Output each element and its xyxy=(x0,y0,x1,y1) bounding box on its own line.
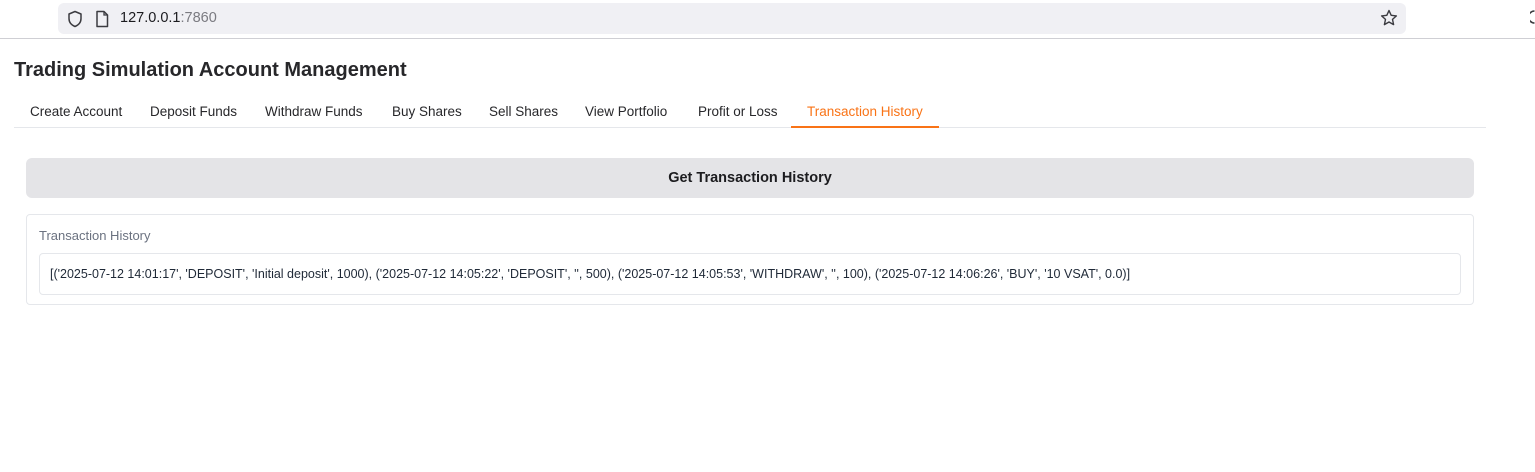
page-title: Trading Simulation Account Management xyxy=(14,59,407,81)
tab-transaction-history[interactable]: Transaction History xyxy=(791,98,939,128)
tab-view-portfolio[interactable]: View Portfolio xyxy=(569,98,683,128)
transaction-history-output[interactable]: [('2025-07-12 14:01:17', 'DEPOSIT', 'Ini… xyxy=(39,253,1461,295)
url-host: 127.0.0.1 xyxy=(120,10,181,26)
tab-create-account[interactable]: Create Account xyxy=(14,98,138,128)
bookmark-star-icon[interactable] xyxy=(1380,9,1398,27)
address-bar[interactable]: 127.0.0.1:7860 xyxy=(58,3,1406,34)
transaction-history-output-panel: Transaction History [('2025-07-12 14:01:… xyxy=(26,214,1474,305)
browser-toolbar: 127.0.0.1:7860 xyxy=(0,0,1535,39)
tab-profit-or-loss[interactable]: Profit or Loss xyxy=(682,98,794,128)
get-transaction-history-button[interactable]: Get Transaction History xyxy=(26,158,1474,198)
tab-withdraw-funds[interactable]: Withdraw Funds xyxy=(249,98,379,128)
url-text[interactable]: 127.0.0.1:7860 xyxy=(120,9,217,28)
tab-sell-shares[interactable]: Sell Shares xyxy=(473,98,574,128)
tab-buy-shares[interactable]: Buy Shares xyxy=(376,98,478,128)
extension-icon[interactable] xyxy=(1530,9,1535,25)
tab-bar: Create Account Deposit Funds Withdraw Fu… xyxy=(14,98,1486,128)
output-label: Transaction History xyxy=(39,228,151,243)
tab-deposit-funds[interactable]: Deposit Funds xyxy=(134,98,253,128)
page-icon xyxy=(96,10,109,28)
url-port: :7860 xyxy=(180,10,217,26)
shield-icon[interactable] xyxy=(66,10,84,28)
